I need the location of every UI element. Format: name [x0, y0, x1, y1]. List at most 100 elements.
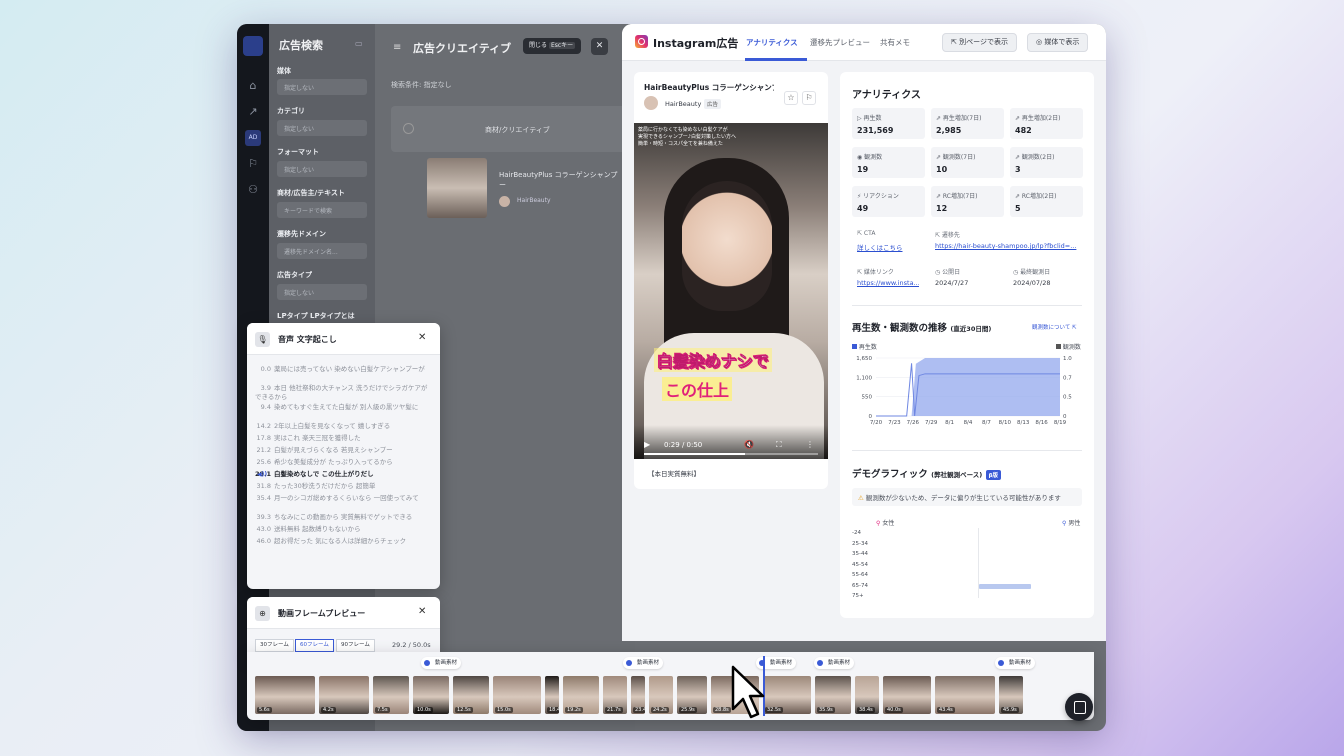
fullscreen-icon[interactable]: ⛶ — [776, 440, 782, 450]
ad-icon[interactable]: AD — [245, 130, 261, 146]
frame-time-label: 38.4s — [857, 707, 875, 713]
video-player[interactable]: 薬局に行かなくても染めない白髪ケアが 実現できるシャンプー♪白髪対策したい方へ … — [634, 123, 828, 459]
material-chip[interactable]: 動画素材 — [623, 657, 664, 669]
category-select[interactable]: 指定しない — [277, 120, 367, 136]
domain-input[interactable]: 遷移先ドメイン名... — [277, 243, 367, 259]
star-icon[interactable]: ☆ — [784, 91, 798, 105]
frame-thumbnail[interactable]: 24.2s — [649, 676, 673, 714]
transcript-line[interactable]: 43.0 送料無料 起数縛りもないから — [255, 525, 433, 534]
format-select[interactable]: 指定しない — [277, 161, 367, 177]
frame-thumbnail[interactable]: 21.7s — [603, 676, 627, 714]
more-icon[interactable]: ⋮ — [806, 440, 814, 449]
frame-thumbnail[interactable]: 23.4s — [631, 676, 645, 714]
material-chip[interactable]: 動画素材 — [421, 657, 462, 669]
play-icon[interactable]: ▶ — [644, 440, 650, 449]
frame-thumbnail[interactable]: 38.4s — [855, 676, 879, 714]
frame-time-label: 32.5s — [765, 707, 783, 713]
frame-thumbnail[interactable]: 10.0s — [413, 676, 449, 714]
frame-time-label: 12.5s — [455, 707, 473, 713]
adtype-select[interactable]: 指定しない — [277, 284, 367, 300]
frame-thumbnail[interactable]: 4.2s — [319, 676, 369, 714]
trend-icon[interactable]: ↗ — [245, 104, 261, 120]
keyword-input[interactable]: キーワードで検索 — [277, 202, 367, 218]
age-label: 65-74 — [852, 582, 868, 589]
row-thumbnail[interactable] — [427, 158, 487, 218]
frame-thumbnail[interactable]: 40.0s — [883, 676, 931, 714]
frame-thumbnail[interactable]: 43.4s — [935, 676, 995, 714]
frame-thumbnail[interactable]: 7.5s — [373, 676, 409, 714]
stat-label: ⇗ 観測数(7日) — [936, 154, 976, 161]
frame-thumbnail[interactable]: 12.5s — [453, 676, 489, 714]
transcript-line[interactable]: 46.0 超お得だった 気になる人は詳細からチェック — [255, 537, 433, 546]
frame-thumbnail[interactable]: 18.4s — [545, 676, 559, 714]
stat-value: 19 — [857, 165, 869, 174]
team-icon[interactable]: ⚇ — [245, 182, 261, 198]
frame-option[interactable]: 60フレーム — [295, 639, 334, 652]
frame-thumbnail[interactable]: 19.2s — [563, 676, 599, 714]
select-all-checkbox[interactable] — [403, 123, 414, 134]
frame-thumbnail[interactable]: 35.9s — [815, 676, 851, 714]
transcript-line[interactable]: 21.2 白髪が見えづらくなる 若見えシャンプー — [255, 446, 433, 455]
cta-link[interactable]: 詳しくはこちら — [857, 242, 917, 252]
media-select[interactable]: 指定しない — [277, 79, 367, 95]
tab-lp-preview[interactable]: 遷移先プレビュー — [810, 37, 870, 48]
home-icon[interactable]: ⌂ — [245, 78, 261, 94]
transcript-line[interactable]: 9.4 染めてもすぐ生えてた白髪が 別人級の黒ツヤ髪に — [255, 403, 433, 412]
frame-preview-panel: ⊕ 動画フレームプレビュー ✕ 30フレーム 60フレーム 90フレーム 29.2 … — [247, 597, 440, 657]
transcript-line[interactable]: 39.3 ちなみにこの動画から 実質無料でゲットできる — [255, 513, 433, 522]
frame-thumbnail[interactable]: 32.5s — [763, 676, 811, 714]
chat-icon[interactable] — [1065, 693, 1093, 721]
menu-icon[interactable]: ≡ — [393, 42, 401, 53]
transcript-text: 本日 他社祭和の大チャンス 洗うだけでシラガケアができるから — [255, 384, 428, 401]
transcript-line[interactable]: 25.6 希少な美髪成分が たっぷり入ってるから — [255, 458, 433, 467]
tab-shared-memo[interactable]: 共有メモ — [880, 37, 910, 48]
video-progress[interactable] — [644, 453, 818, 455]
transcript-time: 21.2 — [256, 446, 271, 454]
frame-option[interactable]: 90フレーム — [336, 639, 375, 652]
close-modal-icon[interactable]: ✕ — [591, 38, 608, 55]
bookmark-icon[interactable]: ⚐ — [802, 91, 816, 105]
media-link[interactable]: https://www.insta... — [857, 279, 919, 287]
material-chip[interactable]: 動画素材 — [995, 657, 1036, 669]
stat-label: ⇗ 再生増加(7日) — [936, 115, 982, 122]
frame-thumbnail[interactable]: 5.6s — [255, 676, 315, 714]
folder-icon[interactable]: ▭ — [355, 39, 363, 48]
search-condition: 検索条件: 指定なし — [391, 81, 452, 89]
mute-icon[interactable]: 🔇 — [744, 440, 754, 449]
x-tick: 8/10 — [999, 420, 1012, 426]
frame-time-label: 19.2s — [565, 707, 583, 713]
analytics-card: アナリティクス ▷ 再生数 231,569 ⇗ 再生増加(7日) 2,985 ⇗ 再生増… — [840, 72, 1094, 618]
lp-link[interactable]: https://hair-beauty-shampoo.jp/lp?fbclid… — [935, 242, 1080, 250]
transcript-line[interactable]: 35.4 月一のシコガ総めするくらいなら 一回使ってみて — [255, 494, 433, 503]
frame-time-label: 4.2s — [321, 707, 336, 713]
frame-thumbnail[interactable]: 15.0s — [493, 676, 541, 714]
frame-thumbnail[interactable]: 25.9s — [677, 676, 707, 714]
close-icon[interactable]: ✕ — [418, 332, 426, 343]
transcript-line[interactable]: 14.2 2年以上白髪を見なくなって 嬉しすぎる — [255, 422, 433, 431]
stat-label: ▷ 再生数 — [857, 115, 882, 122]
frame-time-label: 40.0s — [885, 707, 903, 713]
transcript-panel: 🎙 音声 文字起こし ✕ 0.0 薬局には売ってない 染めない白髪ケアシャンプーが… — [247, 323, 440, 589]
bookmark-icon[interactable]: ⚐ — [245, 156, 261, 172]
open-new-page-button[interactable]: ⇱ 別ページで表示 — [942, 33, 1017, 52]
transcript-time: 25.6 — [256, 458, 271, 466]
stat-tile: ⇗ 観測数(2日) 3 — [1010, 147, 1083, 178]
open-in-media-button[interactable]: ◎ 媒体で表示 — [1027, 33, 1089, 52]
stat-tile: ⇗ RC増加(2日) 5 — [1010, 186, 1083, 217]
material-chip[interactable]: 動画素材 — [814, 657, 855, 669]
frame-thumbnail[interactable]: 45.9s — [999, 676, 1023, 714]
transcript-line[interactable]: ◀)) 29.1 白髪染めなしで この仕上がりだし — [255, 470, 433, 479]
transcript-line[interactable]: 3.9 本日 他社祭和の大チャンス 洗うだけでシラガケアができるから — [255, 384, 433, 402]
row-title[interactable]: HairBeautyPlus コラーゲンシャンプー — [499, 170, 619, 190]
tab-analytics[interactable]: アナリティクス — [746, 37, 798, 48]
video-caption-1: 白髪染めナシで — [654, 348, 773, 372]
transcript-line[interactable]: 31.8 たった30秒洗うだけだから 超簡単 — [255, 482, 433, 491]
trend-info-link[interactable]: 観測数について ⇱ — [1032, 323, 1077, 331]
transcript-line[interactable]: 0.0 薬局には売ってない 染めない白髪ケアシャンプーが — [255, 365, 433, 374]
stat-tile: ⇗ 再生増加(7日) 2,985 — [931, 108, 1004, 139]
transcript-line[interactable]: 17.8 実はこれ 楽天三冠を獲得した — [255, 434, 433, 443]
close-icon[interactable]: ✕ — [418, 606, 426, 617]
close-button[interactable]: 閉じる Escキー — [523, 38, 582, 54]
frame-option[interactable]: 30フレーム — [255, 639, 294, 652]
page-title: 広告クリエイティブ — [413, 42, 512, 55]
